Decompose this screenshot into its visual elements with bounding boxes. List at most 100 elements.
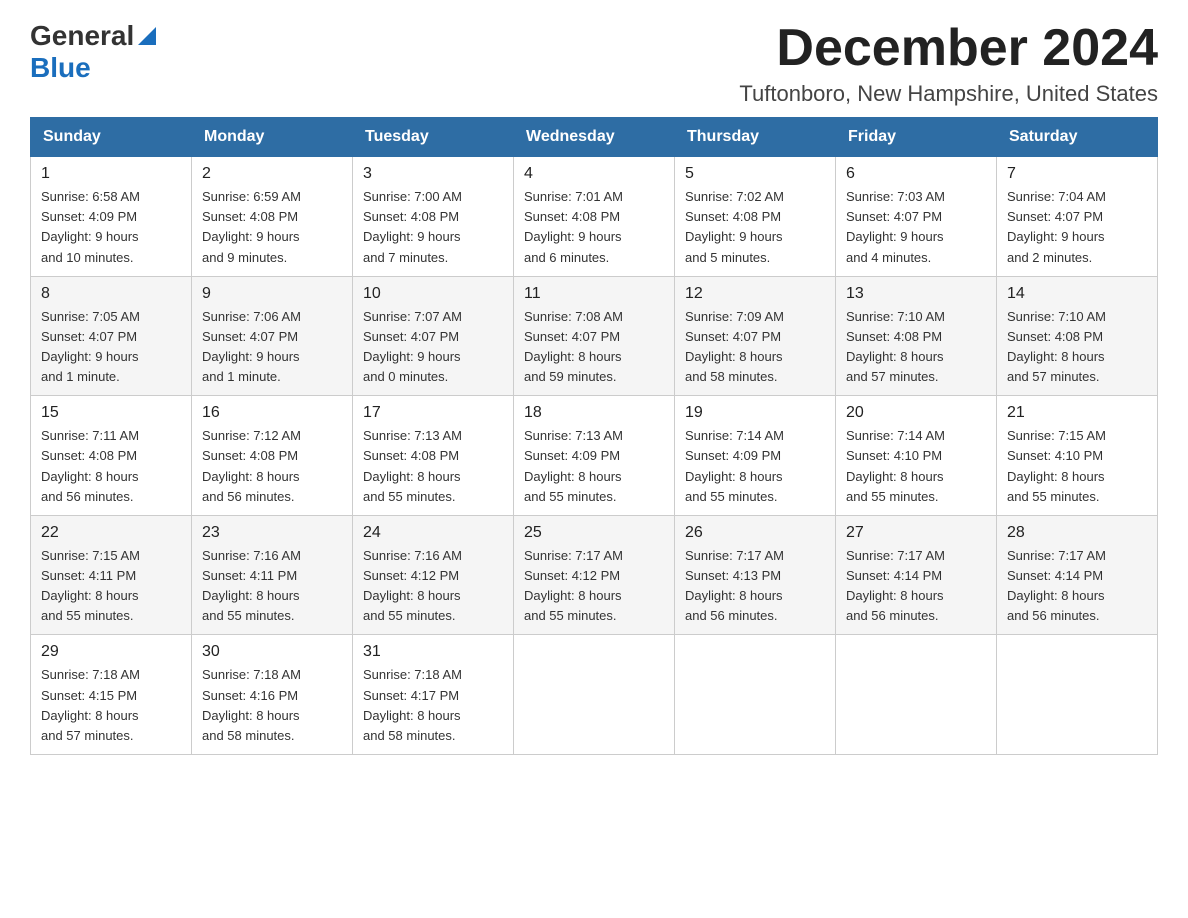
day-info: Sunrise: 7:09 AMSunset: 4:07 PMDaylight:… [685,307,825,388]
day-number: 31 [363,643,503,661]
day-number: 16 [202,404,342,422]
logo-blue: Blue [30,52,91,83]
day-number: 29 [41,643,181,661]
day-info: Sunrise: 7:14 AMSunset: 4:10 PMDaylight:… [846,426,986,507]
day-number: 25 [524,524,664,542]
day-number: 21 [1007,404,1147,422]
day-number: 9 [202,285,342,303]
day-cell: 10 Sunrise: 7:07 AMSunset: 4:07 PMDayligh… [353,276,514,396]
day-info: Sunrise: 6:58 AMSunset: 4:09 PMDaylight:… [41,187,181,268]
day-info: Sunrise: 7:01 AMSunset: 4:08 PMDaylight:… [524,187,664,268]
day-number: 13 [846,285,986,303]
calendar-table: SundayMondayTuesdayWednesdayThursdayFrid… [30,117,1158,755]
day-number: 26 [685,524,825,542]
day-cell: 7 Sunrise: 7:04 AMSunset: 4:07 PMDaylight… [997,157,1158,277]
day-cell: 11 Sunrise: 7:08 AMSunset: 4:07 PMDayligh… [514,276,675,396]
header-thursday: Thursday [675,118,836,157]
day-cell: 23 Sunrise: 7:16 AMSunset: 4:11 PMDayligh… [192,515,353,635]
header-wednesday: Wednesday [514,118,675,157]
day-cell: 28Sunrise: 7:17 AMSunset: 4:14 PMDayligh… [997,515,1158,635]
day-number: 6 [846,165,986,183]
day-cell: 17Sunrise: 7:13 AMSunset: 4:08 PMDayligh… [353,396,514,516]
day-cell: 4 Sunrise: 7:01 AMSunset: 4:08 PMDaylight… [514,157,675,277]
day-cell: 30Sunrise: 7:18 AMSunset: 4:16 PMDayligh… [192,635,353,755]
header-saturday: Saturday [997,118,1158,157]
day-number: 18 [524,404,664,422]
day-info: Sunrise: 6:59 AMSunset: 4:08 PMDaylight:… [202,187,342,268]
day-cell: 26 Sunrise: 7:17 AMSunset: 4:13 PMDayligh… [675,515,836,635]
day-cell: 24Sunrise: 7:16 AMSunset: 4:12 PMDayligh… [353,515,514,635]
day-number: 12 [685,285,825,303]
day-cell [997,635,1158,755]
week-row-3: 15Sunrise: 7:11 AMSunset: 4:08 PMDayligh… [31,396,1158,516]
day-number: 23 [202,524,342,542]
day-cell: 12 Sunrise: 7:09 AMSunset: 4:07 PMDayligh… [675,276,836,396]
day-info: Sunrise: 7:18 AMSunset: 4:15 PMDaylight:… [41,665,181,746]
day-info: Sunrise: 7:17 AMSunset: 4:14 PMDaylight:… [846,546,986,627]
day-cell: 31 Sunrise: 7:18 AMSunset: 4:17 PMDayligh… [353,635,514,755]
logo-triangle-icon [138,27,156,50]
day-cell: 3 Sunrise: 7:00 AMSunset: 4:08 PMDaylight… [353,157,514,277]
day-cell: 27 Sunrise: 7:17 AMSunset: 4:14 PMDayligh… [836,515,997,635]
day-cell: 13 Sunrise: 7:10 AMSunset: 4:08 PMDayligh… [836,276,997,396]
day-info: Sunrise: 7:17 AMSunset: 4:13 PMDaylight:… [685,546,825,627]
day-cell: 20 Sunrise: 7:14 AMSunset: 4:10 PMDayligh… [836,396,997,516]
day-info: Sunrise: 7:15 AMSunset: 4:11 PMDaylight:… [41,546,181,627]
day-number: 2 [202,165,342,183]
day-info: Sunrise: 7:17 AMSunset: 4:12 PMDaylight:… [524,546,664,627]
day-info: Sunrise: 7:15 AMSunset: 4:10 PMDaylight:… [1007,426,1147,507]
day-cell [675,635,836,755]
header-friday: Friday [836,118,997,157]
header-monday: Monday [192,118,353,157]
header: General Blue December 2024 Tuftonboro, N… [30,20,1158,107]
day-number: 1 [41,165,181,183]
day-info: Sunrise: 7:06 AMSunset: 4:07 PMDaylight:… [202,307,342,388]
day-number: 19 [685,404,825,422]
day-number: 4 [524,165,664,183]
day-info: Sunrise: 7:00 AMSunset: 4:08 PMDaylight:… [363,187,503,268]
day-cell: 21 Sunrise: 7:15 AMSunset: 4:10 PMDayligh… [997,396,1158,516]
day-info: Sunrise: 7:14 AMSunset: 4:09 PMDaylight:… [685,426,825,507]
day-cell: 8Sunrise: 7:05 AMSunset: 4:07 PMDaylight… [31,276,192,396]
title-area: December 2024 Tuftonboro, New Hampshire,… [739,20,1158,107]
day-info: Sunrise: 7:08 AMSunset: 4:07 PMDaylight:… [524,307,664,388]
day-cell: 14Sunrise: 7:10 AMSunset: 4:08 PMDayligh… [997,276,1158,396]
day-cell [836,635,997,755]
day-cell: 19 Sunrise: 7:14 AMSunset: 4:09 PMDayligh… [675,396,836,516]
day-number: 22 [41,524,181,542]
week-row-1: 1 Sunrise: 6:58 AMSunset: 4:09 PMDaylight… [31,157,1158,277]
day-cell: 1 Sunrise: 6:58 AMSunset: 4:09 PMDaylight… [31,157,192,277]
location-subtitle: Tuftonboro, New Hampshire, United States [739,81,1158,107]
day-cell: 16Sunrise: 7:12 AMSunset: 4:08 PMDayligh… [192,396,353,516]
month-year-title: December 2024 [739,20,1158,77]
day-info: Sunrise: 7:17 AMSunset: 4:14 PMDaylight:… [1007,546,1147,627]
day-cell: 5Sunrise: 7:02 AMSunset: 4:08 PMDaylight… [675,157,836,277]
day-cell: 22 Sunrise: 7:15 AMSunset: 4:11 PMDayligh… [31,515,192,635]
logo-text: General Blue [30,20,156,84]
day-number: 27 [846,524,986,542]
week-row-2: 8Sunrise: 7:05 AMSunset: 4:07 PMDaylight… [31,276,1158,396]
day-info: Sunrise: 7:13 AMSunset: 4:08 PMDaylight:… [363,426,503,507]
day-info: Sunrise: 7:13 AMSunset: 4:09 PMDaylight:… [524,426,664,507]
week-row-4: 22 Sunrise: 7:15 AMSunset: 4:11 PMDayligh… [31,515,1158,635]
header-sunday: Sunday [31,118,192,157]
day-number: 24 [363,524,503,542]
logo: General Blue [30,20,156,84]
day-cell: 9 Sunrise: 7:06 AMSunset: 4:07 PMDaylight… [192,276,353,396]
day-number: 20 [846,404,986,422]
day-number: 10 [363,285,503,303]
day-cell: 15Sunrise: 7:11 AMSunset: 4:08 PMDayligh… [31,396,192,516]
day-info: Sunrise: 7:04 AMSunset: 4:07 PMDaylight:… [1007,187,1147,268]
day-info: Sunrise: 7:07 AMSunset: 4:07 PMDaylight:… [363,307,503,388]
day-info: Sunrise: 7:16 AMSunset: 4:11 PMDaylight:… [202,546,342,627]
day-info: Sunrise: 7:10 AMSunset: 4:08 PMDaylight:… [846,307,986,388]
day-info: Sunrise: 7:02 AMSunset: 4:08 PMDaylight:… [685,187,825,268]
header-tuesday: Tuesday [353,118,514,157]
day-info: Sunrise: 7:18 AMSunset: 4:17 PMDaylight:… [363,665,503,746]
day-number: 7 [1007,165,1147,183]
day-number: 8 [41,285,181,303]
day-number: 11 [524,285,664,303]
day-info: Sunrise: 7:18 AMSunset: 4:16 PMDaylight:… [202,665,342,746]
day-number: 3 [363,165,503,183]
week-row-5: 29 Sunrise: 7:18 AMSunset: 4:15 PMDayligh… [31,635,1158,755]
